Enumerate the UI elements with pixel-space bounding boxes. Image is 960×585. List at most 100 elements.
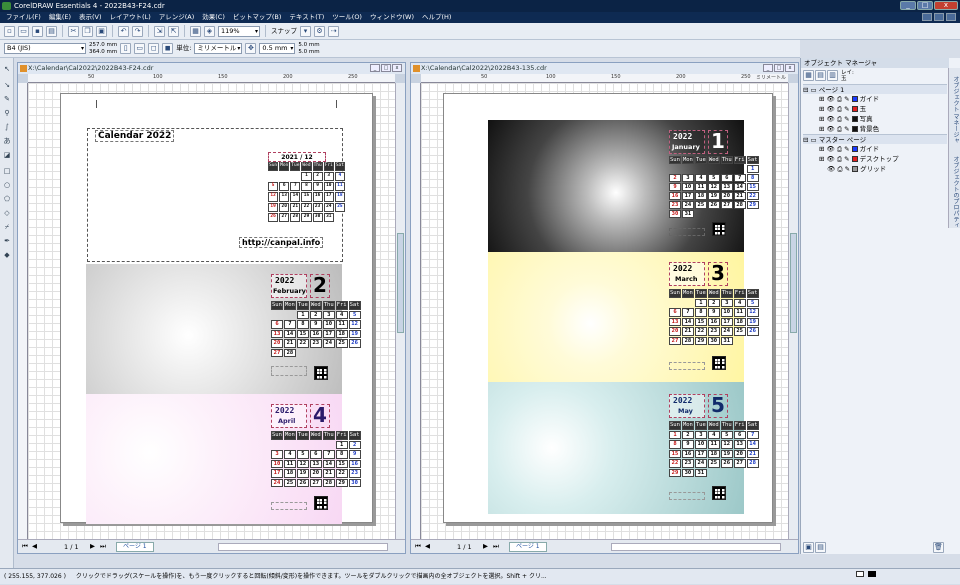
app-launcher-icon[interactable]: ▦ [190, 25, 201, 37]
rectangle-tool-icon[interactable]: □ [2, 166, 12, 176]
layer-manager-icon[interactable]: ▥ [827, 70, 838, 81]
last-page-icon[interactable]: ⏭ [493, 542, 499, 551]
doc-close[interactable]: x [785, 64, 795, 72]
fill-indicator-icon[interactable] [856, 571, 864, 577]
next-page-icon[interactable]: ▶ [483, 542, 488, 550]
current-page-icon[interactable]: ◼ [162, 43, 174, 54]
doc-maximize[interactable]: □ [381, 64, 391, 72]
docker-tab-object-manager[interactable]: オブジェクト マネージャ [952, 76, 959, 144]
menu-file[interactable]: ファイル(F) [6, 12, 41, 23]
save-icon[interactable]: ▪ [32, 25, 43, 37]
next-page-icon[interactable]: ▶ [90, 542, 95, 550]
menu-bitmaps[interactable]: ビットマップ(B) [233, 12, 282, 23]
dynamic-guides-icon[interactable]: ⇢ [328, 25, 339, 37]
cut-icon[interactable]: ✂ [68, 25, 79, 37]
ellipse-tool-icon[interactable]: ○ [2, 180, 12, 190]
page-width-field[interactable]: 257.0 mm [89, 42, 117, 49]
basic-shapes-icon[interactable]: ◇ [2, 208, 12, 218]
menu-help[interactable]: ヘルプ(H) [422, 12, 451, 23]
page-tab[interactable]: ページ 1 [509, 542, 547, 552]
text-tool-icon[interactable]: あ [2, 136, 12, 146]
menu-effects[interactable]: 効果(C) [202, 12, 225, 23]
copy-icon[interactable]: ❐ [82, 25, 93, 37]
doc-restore-button[interactable] [934, 13, 944, 21]
export-icon[interactable]: ⇱ [168, 25, 179, 37]
freehand-tool-icon[interactable]: ∫ [2, 122, 12, 132]
page-tab[interactable]: ページ 1 [116, 542, 154, 552]
vertical-ruler[interactable] [411, 83, 421, 539]
tree-page-1[interactable]: ⊟ ▭ ページ 1 [803, 84, 947, 94]
polygon-tool-icon[interactable]: ⬠ [2, 194, 12, 204]
pick-tool-icon[interactable]: ↖ [2, 64, 12, 74]
menu-arrange[interactable]: アレンジ(A) [159, 12, 195, 23]
new-layer-icon[interactable]: ▣ [803, 542, 814, 553]
drawing-canvas-right[interactable]: 2022 January 1 Sun Mon Tue Wed Thu Fri Sat 1 2 3 4… [421, 83, 788, 539]
vertical-scrollbar-left[interactable] [395, 83, 405, 539]
import-icon[interactable]: ⇲ [154, 25, 165, 37]
landscape-icon[interactable]: ▭ [134, 43, 146, 54]
docker-tab-object-properties[interactable]: オブジェクトのプロパティ [952, 156, 959, 228]
nudge-field[interactable]: 0.5 mm [259, 43, 296, 54]
duplicate-x-field[interactable]: 5.0 mm [298, 42, 319, 49]
redo-icon[interactable]: ↷ [132, 25, 143, 37]
tree-master-grid[interactable]: 👁 ⎙ ✎ グリッド [803, 164, 947, 174]
prev-page-icon[interactable]: ◀ [32, 542, 37, 550]
fill-tool-icon[interactable]: ◆ [2, 250, 12, 260]
close-button[interactable]: x [934, 1, 958, 10]
docker-tabs[interactable]: オブジェクト マネージャ オブジェクトのプロパティ [948, 68, 960, 228]
maximize-button[interactable]: □ [917, 1, 933, 10]
current-layer[interactable]: 玉 [841, 76, 854, 82]
paper-size-select[interactable]: B4 (JIS) [4, 43, 86, 54]
page-height-field[interactable]: 364.0 mm [89, 49, 117, 56]
outline-tool-icon[interactable]: ✒ [2, 236, 12, 246]
welcome-icon[interactable]: ◈ [204, 25, 215, 37]
snap-dropdown[interactable]: スナップ [271, 26, 297, 37]
horizontal-scrollbar-right[interactable] [611, 543, 781, 551]
tree-layer-guides[interactable]: ⊞ 👁 ⎙ ✎ ガイド [803, 94, 947, 104]
scroll-thumb[interactable] [790, 233, 797, 333]
drawing-canvas-left[interactable]: Calendar 2022 http://canpal.info 2021 / … [28, 83, 395, 539]
doc-minimize[interactable]: _ [370, 64, 380, 72]
menu-text[interactable]: テキスト(T) [289, 12, 324, 23]
vertical-scrollbar-right[interactable] [788, 83, 798, 539]
last-page-icon[interactable]: ⏭ [100, 542, 106, 551]
tree-layer-bgcolor[interactable]: ⊞ 👁 ⎙ ✎ 背景色 [803, 124, 947, 134]
tree-master-page[interactable]: ⊟ ▭ マスター ページ [803, 134, 947, 144]
menu-view[interactable]: 表示(V) [79, 12, 102, 23]
edit-across-layers-icon[interactable]: ▤ [815, 70, 826, 81]
print-icon[interactable]: ▤ [46, 25, 57, 37]
zoom-select[interactable]: 119% [218, 25, 260, 37]
crop-tool-icon[interactable]: ✎ [2, 94, 12, 104]
duplicate-y-field[interactable]: 5.0 mm [298, 49, 319, 56]
horizontal-scrollbar-left[interactable] [218, 543, 388, 551]
menu-layout[interactable]: レイアウト(L) [110, 12, 151, 23]
vertical-ruler[interactable] [18, 83, 28, 539]
menu-window[interactable]: ウィンドウ(W) [370, 12, 414, 23]
first-page-icon[interactable]: ⏮ [22, 542, 28, 551]
doc-close[interactable]: x [392, 64, 402, 72]
eyedropper-tool-icon[interactable]: ⌿ [2, 222, 12, 232]
units-select[interactable]: ミリメートル [194, 43, 243, 54]
paste-icon[interactable]: ▣ [96, 25, 107, 37]
delete-layer-icon[interactable]: 🗑 [933, 542, 944, 553]
portrait-icon[interactable]: ▯ [120, 43, 132, 54]
scroll-thumb[interactable] [397, 233, 404, 333]
doc-minimize-button[interactable] [922, 13, 932, 21]
first-page-icon[interactable]: ⏮ [415, 542, 421, 551]
undo-icon[interactable]: ↶ [118, 25, 129, 37]
all-pages-icon[interactable]: ◻ [148, 43, 160, 54]
menu-edit[interactable]: 編集(E) [49, 12, 71, 23]
doc-minimize[interactable]: _ [763, 64, 773, 72]
menu-tools[interactable]: ツール(O) [332, 12, 362, 23]
doc-close-button[interactable] [946, 13, 956, 21]
horizontal-ruler[interactable]: 50 100 150 200 250 [28, 74, 395, 83]
zoom-tool-icon[interactable]: ⚲ [2, 108, 12, 118]
new-master-layer-icon[interactable]: ▤ [815, 542, 826, 553]
prev-page-icon[interactable]: ◀ [425, 542, 430, 550]
open-icon[interactable]: ▭ [18, 25, 29, 37]
smart-fill-icon[interactable]: ◪ [2, 150, 12, 160]
tree-layer-photo[interactable]: ⊞ 👁 ⎙ ✎ 写真 [803, 114, 947, 124]
tree-master-desktop[interactable]: ⊞ 👁 ⎙ ✎ デスクトップ [803, 154, 947, 164]
minimize-button[interactable]: _ [900, 1, 916, 10]
show-properties-icon[interactable]: ▦ [803, 70, 814, 81]
